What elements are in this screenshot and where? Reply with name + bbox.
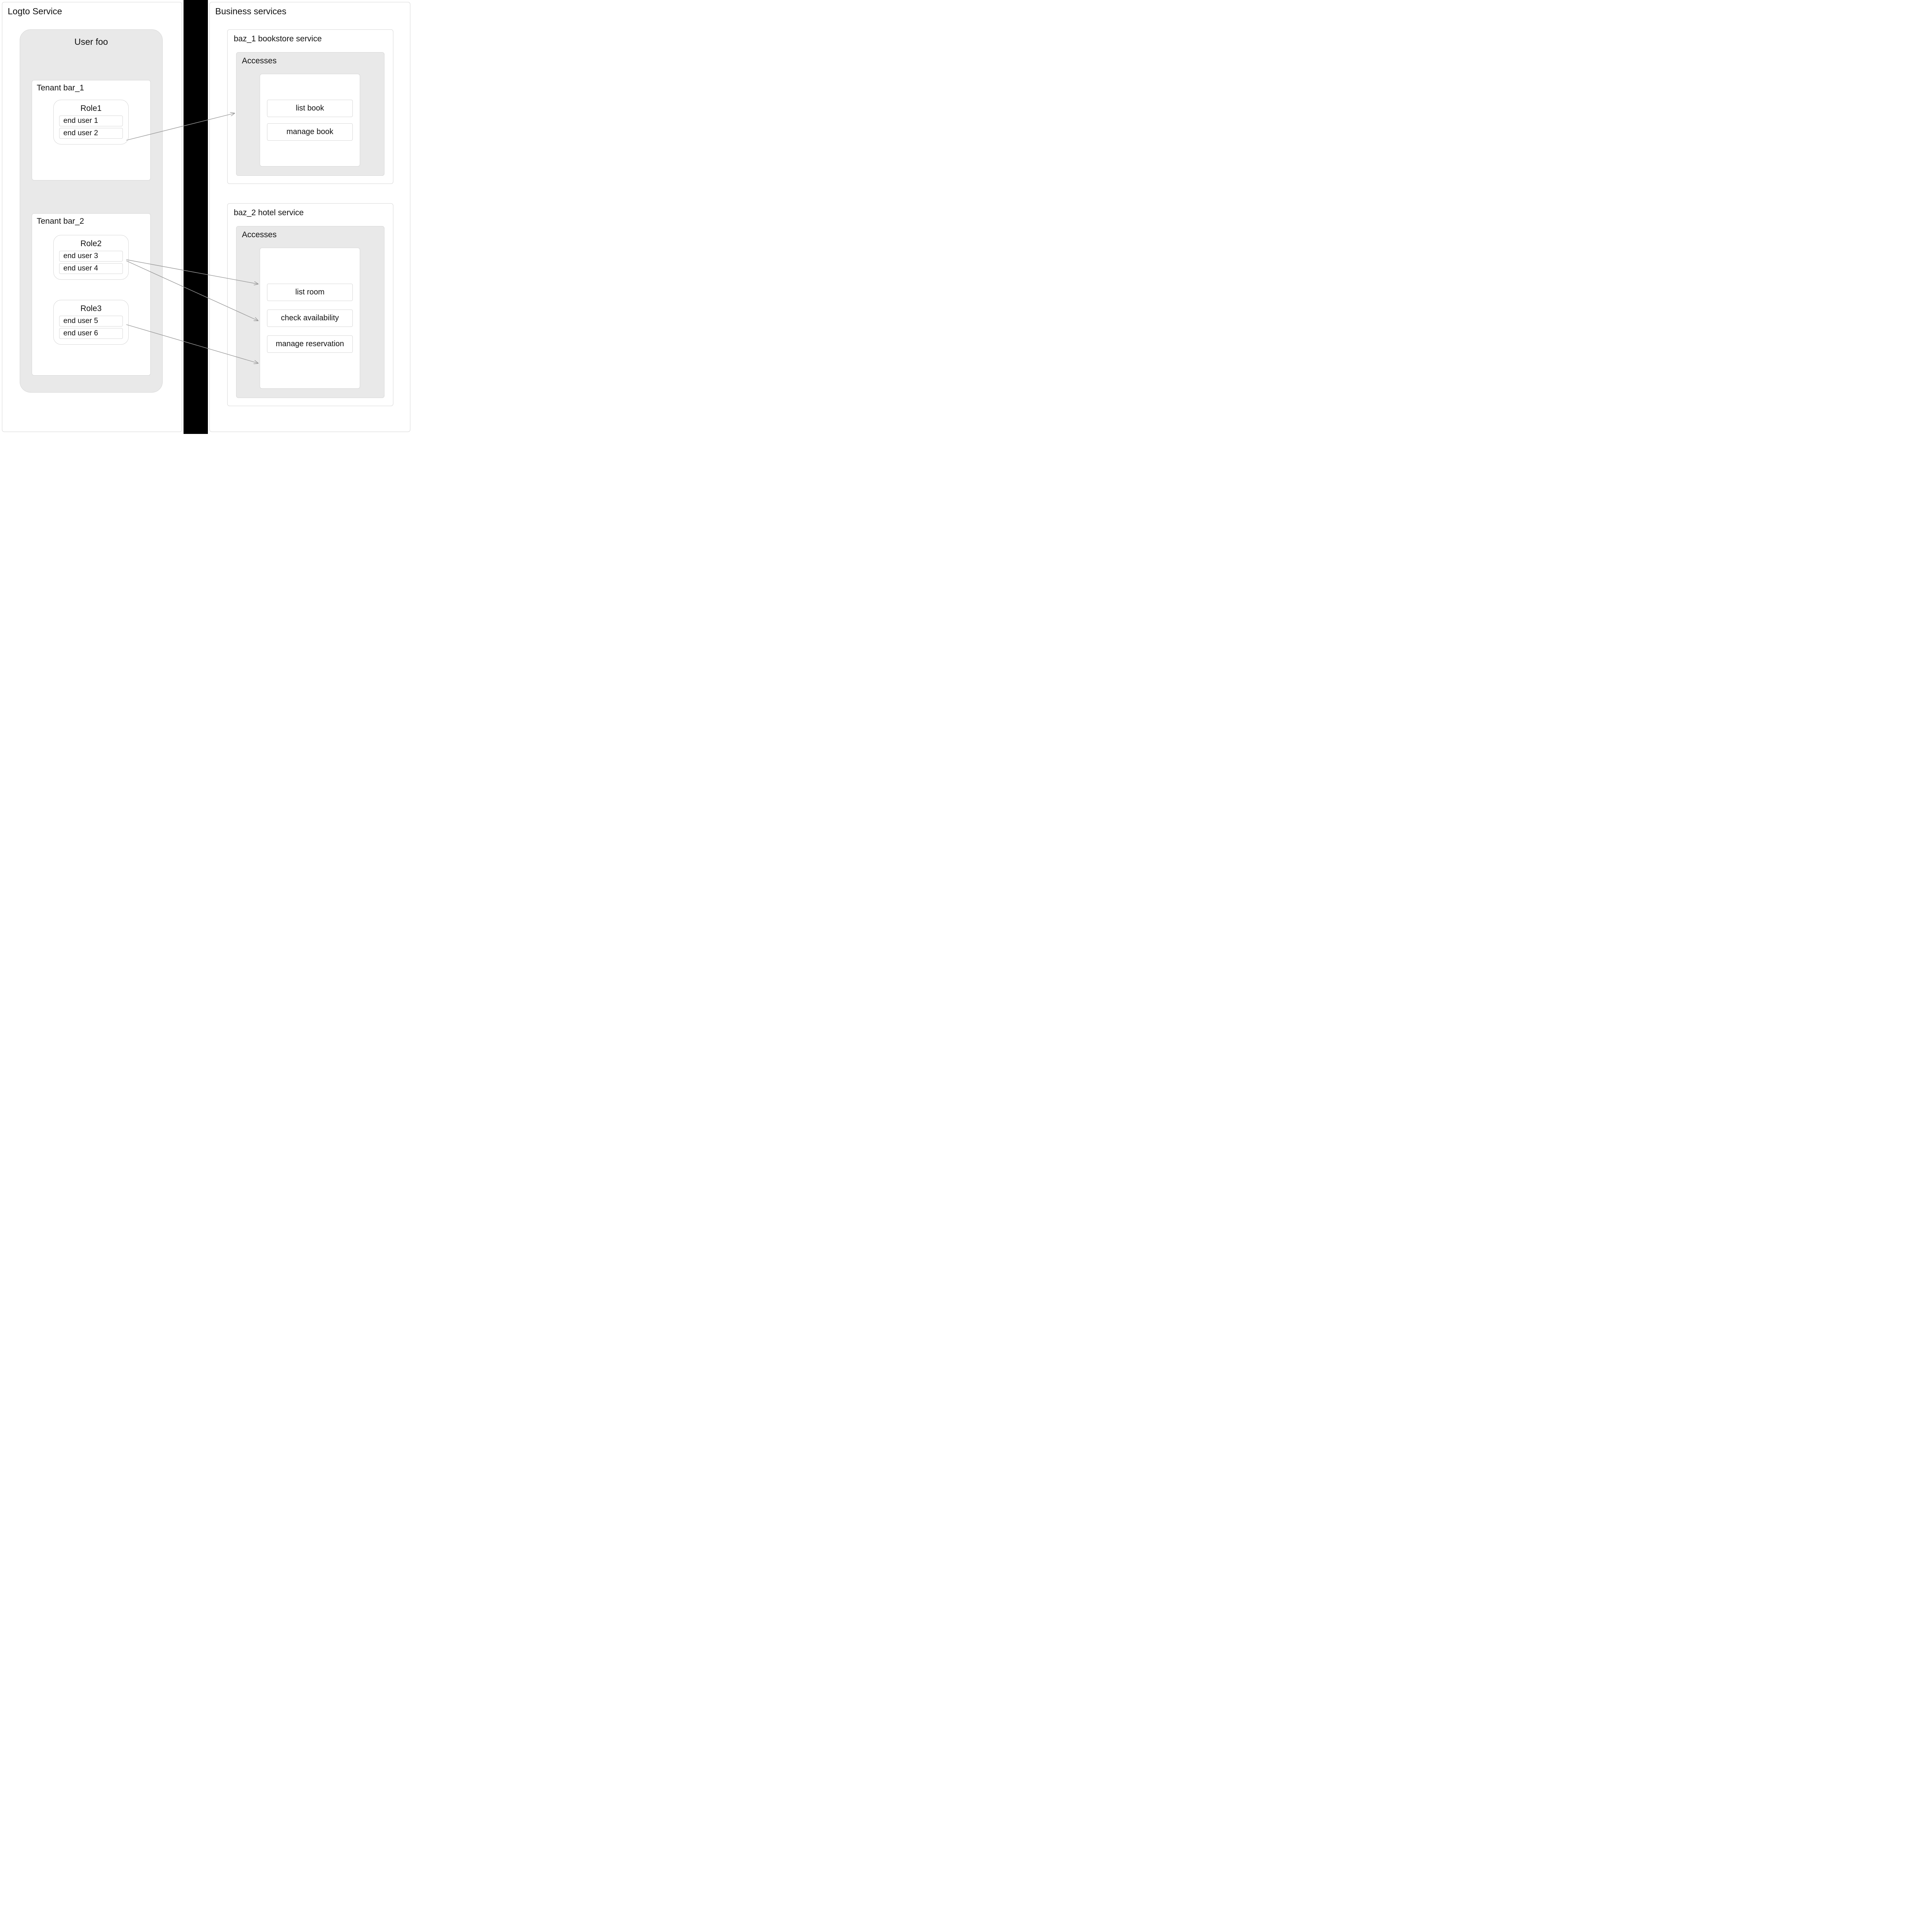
role3-box: Role3 end user 5 end user 6 — [53, 300, 129, 345]
business-services-panel: Business services baz_1 bookstore servic… — [209, 2, 410, 432]
perm-list-book: list book — [267, 100, 353, 117]
hotel-accesses-box: Accesses list room check availability ma… — [236, 226, 384, 398]
role3-title: Role3 — [59, 304, 123, 313]
vertical-divider — [184, 0, 208, 434]
logto-service-panel: Logto Service User foo Tenant bar_1 Role… — [2, 2, 182, 432]
end-user-3: end user 3 — [59, 251, 123, 262]
bookstore-accesses-title: Accesses — [236, 53, 384, 68]
user-foo-title: User foo — [20, 30, 162, 47]
role2-title: Role2 — [59, 239, 123, 248]
diagram-stage: Logto Service User foo Tenant bar_1 Role… — [0, 0, 412, 434]
bookstore-access-list: list book manage book — [260, 74, 360, 167]
tenant-bar2-box: Tenant bar_2 Role2 end user 3 end user 4… — [32, 213, 151, 376]
perm-manage-book: manage book — [267, 123, 353, 141]
role2-box: Role2 end user 3 end user 4 — [53, 235, 129, 280]
bookstore-service-title: baz_1 bookstore service — [228, 30, 393, 47]
perm-check-availability: check availability — [267, 310, 353, 327]
role1-title: Role1 — [59, 104, 123, 113]
end-user-2: end user 2 — [59, 128, 123, 139]
end-user-1: end user 1 — [59, 116, 123, 126]
logto-service-title: Logto Service — [2, 2, 182, 17]
end-user-5: end user 5 — [59, 316, 123, 327]
user-foo-box: User foo Tenant bar_1 Role1 end user 1 e… — [20, 29, 163, 393]
end-user-6: end user 6 — [59, 328, 123, 339]
tenant-bar1-title: Tenant bar_1 — [32, 80, 150, 95]
hotel-accesses-title: Accesses — [236, 226, 384, 242]
hotel-service-box: baz_2 hotel service Accesses list room c… — [227, 203, 393, 406]
perm-list-room: list room — [267, 284, 353, 301]
perm-manage-reservation: manage reservation — [267, 335, 353, 353]
bookstore-service-box: baz_1 bookstore service Accesses list bo… — [227, 29, 393, 184]
bookstore-accesses-box: Accesses list book manage book — [236, 52, 384, 176]
tenant-bar2-title: Tenant bar_2 — [32, 214, 150, 228]
end-user-4: end user 4 — [59, 263, 123, 274]
role1-box: Role1 end user 1 end user 2 — [53, 100, 129, 145]
hotel-service-title: baz_2 hotel service — [228, 204, 393, 221]
business-services-title: Business services — [210, 2, 410, 17]
hotel-access-list: list room check availability manage rese… — [260, 248, 360, 389]
tenant-bar1-box: Tenant bar_1 Role1 end user 1 end user 2 — [32, 80, 151, 180]
